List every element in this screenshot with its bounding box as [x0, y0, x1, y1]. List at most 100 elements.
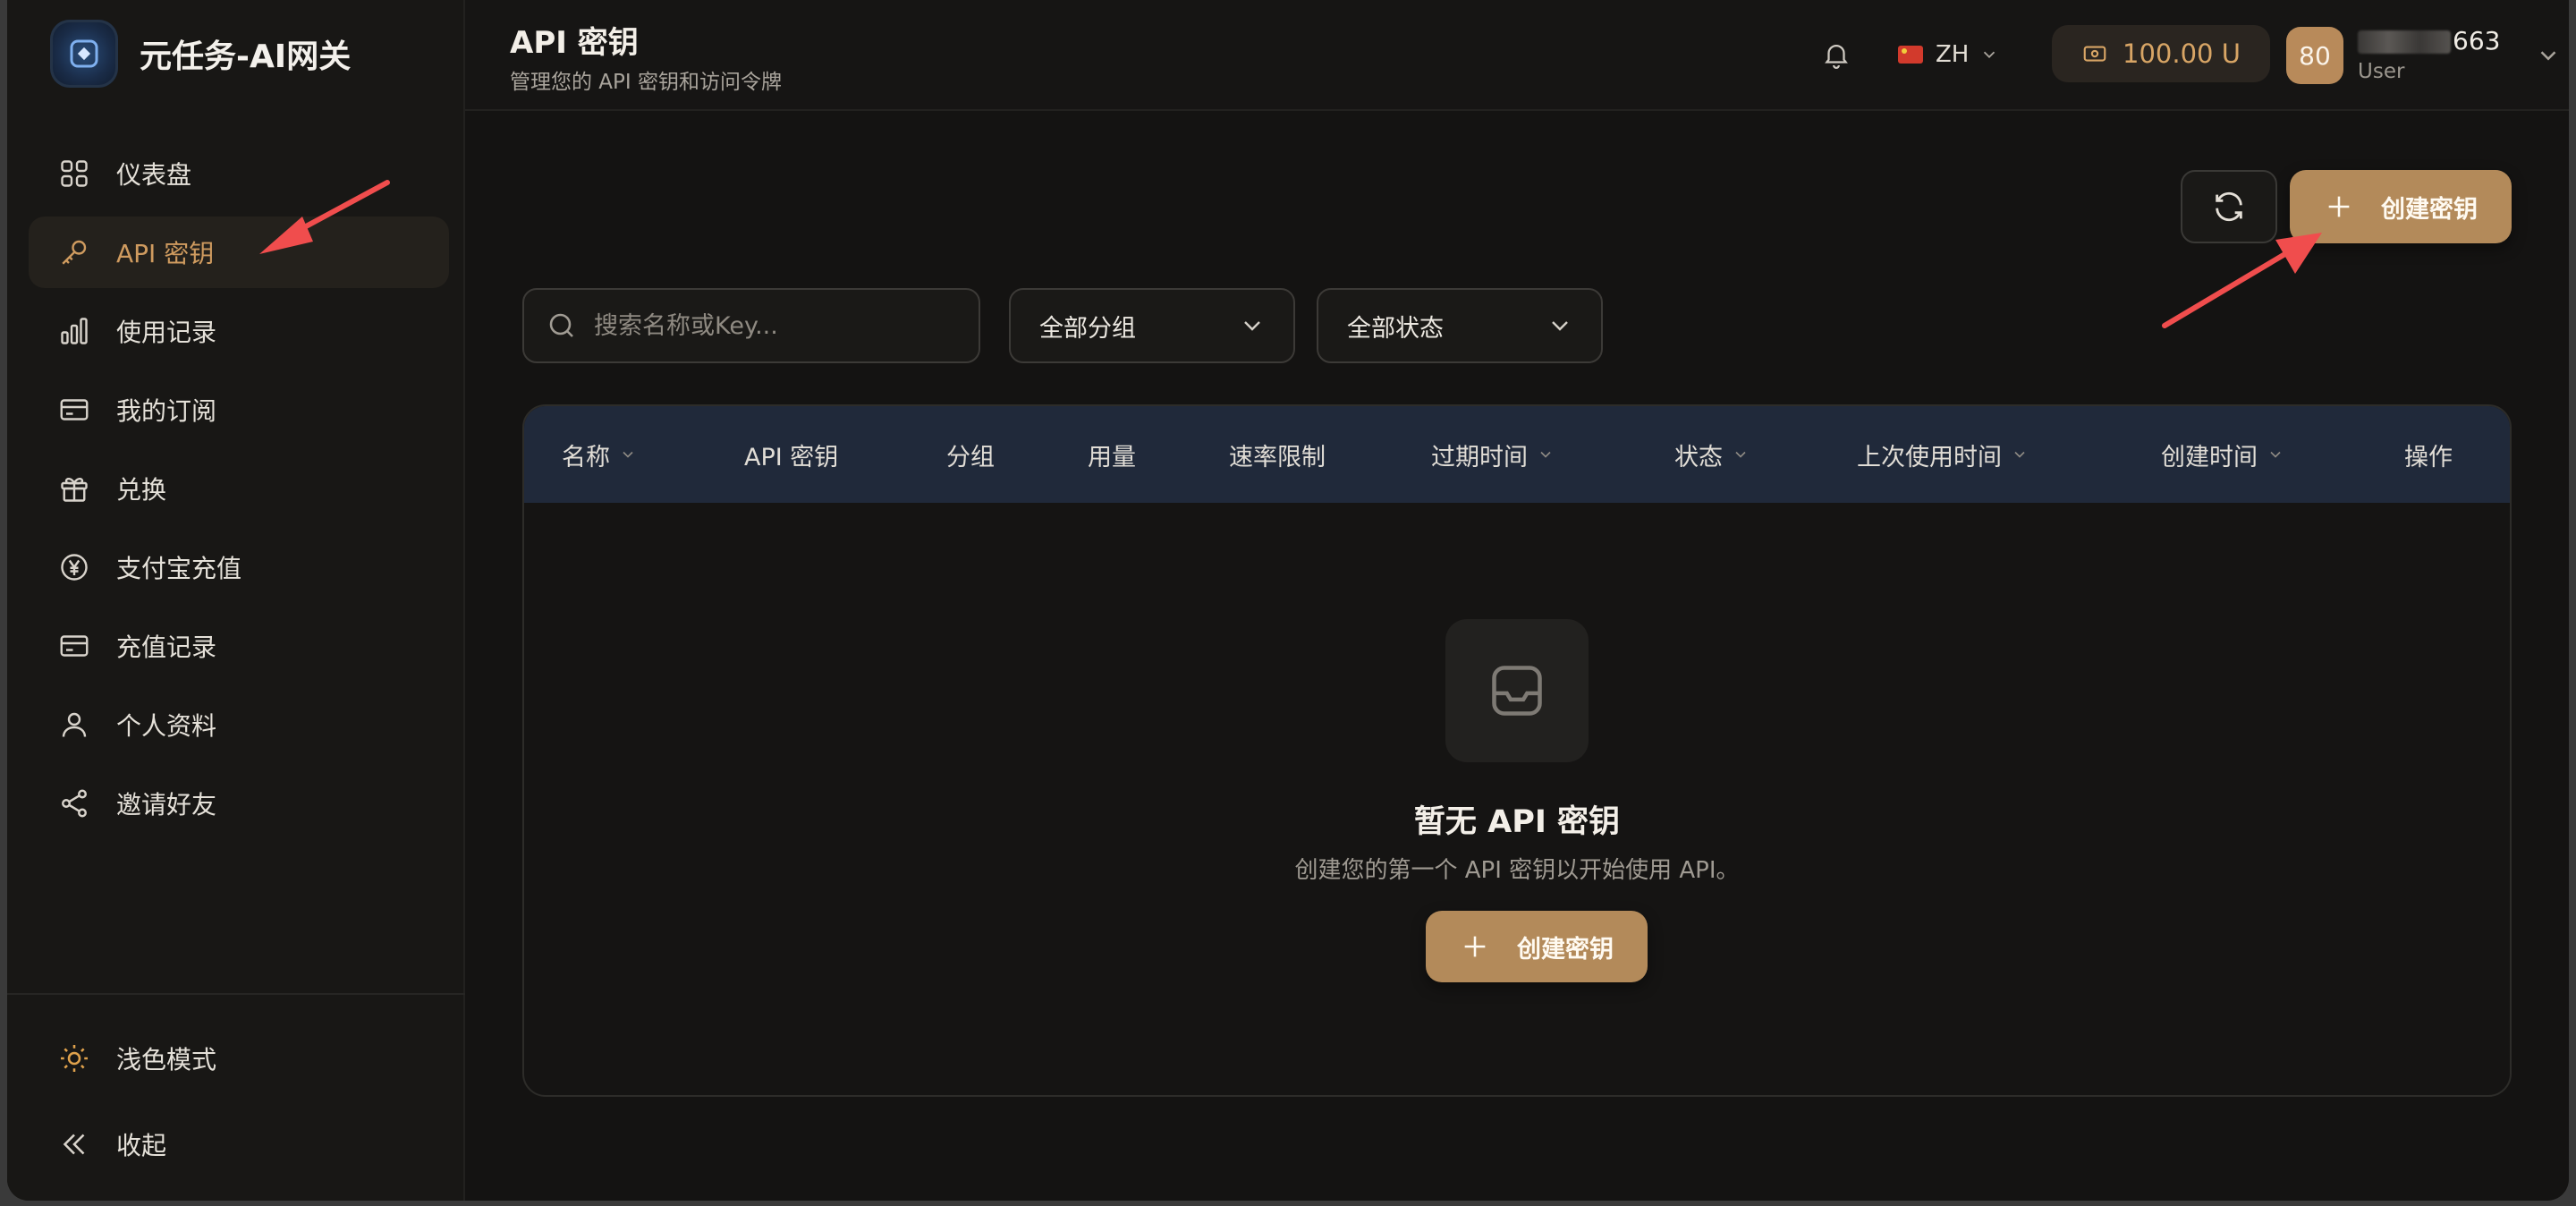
chevron-down-icon: [2540, 51, 2556, 61]
brand[interactable]: 元任务-AI网关: [50, 20, 351, 88]
user-menu[interactable]: 80 663 User: [2270, 21, 2562, 89]
card-icon: [57, 393, 91, 427]
empty-state-create-button[interactable]: 创建密钥: [1426, 911, 1648, 982]
plus-icon: [2328, 196, 2350, 217]
language-selector[interactable]: ZH: [1898, 32, 1999, 77]
sidebar-item-label: 邀请好友: [116, 790, 217, 820]
refresh-button[interactable]: [2181, 170, 2277, 243]
main-content: 创建密钥 全部分组 全部状态 名称 API 密钥: [465, 113, 2569, 1201]
column-header-usage: 用量: [1088, 406, 1136, 503]
empty-state-button-label: 创建密钥: [1517, 935, 1614, 964]
sidebar-item-profile[interactable]: 个人资料: [29, 689, 449, 760]
sidebar-item-alipay-topup[interactable]: 支付宝充值: [29, 531, 449, 603]
sidebar-item-redeem[interactable]: 兑换: [29, 453, 449, 524]
chevrons-left-icon: [57, 1127, 91, 1161]
column-label: 状态: [1674, 443, 1723, 471]
bar-chart-icon: [57, 314, 91, 348]
sidebar-item-api-keys[interactable]: API 密钥: [29, 217, 449, 288]
sidebar-nav: 仪表盘 API 密钥 使用记录 我的订阅 兑换 支付宝充值 充值记录 个人资料 …: [29, 138, 449, 846]
column-label: 创建时间: [2161, 443, 2258, 471]
sidebar-item-label: 使用记录: [116, 318, 217, 347]
sidebar-item-subscriptions[interactable]: 我的订阅: [29, 374, 449, 446]
sidebar-item-label: 仪表盘: [116, 160, 192, 190]
column-header-group: 分组: [946, 406, 995, 503]
sort-chevron-icon: [2014, 451, 2025, 458]
search-field[interactable]: [522, 288, 980, 363]
page-subtitle: 管理您的 API 密钥和访问令牌: [510, 71, 783, 94]
language-label: ZH: [1936, 41, 1970, 68]
app-window: 元任务-AI网关 仪表盘 API 密钥 使用记录 我的订阅 兑换 支付宝充值 充…: [7, 0, 2569, 1201]
page-title: API 密钥: [510, 25, 639, 61]
column-header-name[interactable]: 名称: [562, 406, 637, 503]
column-label: 速率限制: [1229, 443, 1326, 471]
sidebar-divider: [7, 993, 465, 995]
avatar: 80: [2286, 27, 2343, 84]
sidebar-item-invite[interactable]: 邀请好友: [29, 768, 449, 839]
sidebar-item-label: API 密钥: [116, 239, 215, 268]
notification-bell-icon[interactable]: [1816, 34, 1857, 75]
sort-chevron-icon: [2270, 451, 2281, 458]
key-icon: [57, 235, 91, 269]
column-label: 名称: [562, 443, 610, 471]
user-role: User: [2358, 60, 2405, 83]
group-filter-select[interactable]: 全部分组: [1009, 288, 1295, 363]
collapse-label: 收起: [116, 1131, 167, 1160]
balance-badge[interactable]: 100.00 U: [2052, 25, 2270, 82]
user-icon: [57, 708, 91, 742]
sidebar-item-label: 我的订阅: [116, 396, 217, 426]
chevron-down-icon: [1244, 321, 1260, 331]
sidebar-bottom: 浅色模式 收起: [29, 1020, 449, 1192]
top-header: API 密钥 管理您的 API 密钥和访问令牌 ZH 100.00 U 80 6…: [465, 0, 2569, 111]
sidebar-item-dashboard[interactable]: 仪表盘: [29, 138, 449, 209]
column-header-status[interactable]: 状态: [1674, 406, 1750, 503]
share-icon: [57, 786, 91, 820]
column-label: 分组: [946, 443, 995, 471]
brand-title: 元任务-AI网关: [140, 38, 352, 75]
yuan-icon: [57, 550, 91, 584]
column-label: 用量: [1088, 443, 1136, 471]
column-header-actions: 操作: [2404, 406, 2453, 503]
sidebar-item-topup-history[interactable]: 充值记录: [29, 610, 449, 682]
sidebar-item-label: 兑换: [116, 475, 167, 505]
api-keys-table: 名称 API 密钥 分组 用量 速率限制 过期时间 状态 上次使用时间 创建时间…: [522, 404, 2512, 1097]
dashboard-icon: [57, 157, 91, 191]
create-key-button[interactable]: 创建密钥: [2290, 170, 2512, 243]
empty-state: 暂无 API 密钥 创建您的第一个 API 密钥以开始使用 API。 创建密钥: [524, 503, 2510, 1095]
status-filter-select[interactable]: 全部状态: [1317, 288, 1603, 363]
chevron-down-icon: [1552, 321, 1568, 331]
table-header: 名称 API 密钥 分组 用量 速率限制 过期时间 状态 上次使用时间 创建时间…: [524, 406, 2510, 503]
column-label: API 密钥: [744, 443, 839, 471]
plus-icon: [1464, 936, 1486, 957]
refresh-icon: [2216, 191, 2242, 222]
status-filter-value: 全部状态: [1347, 314, 1444, 343]
sort-chevron-icon: [1540, 451, 1551, 458]
column-header-last-used[interactable]: 上次使用时间: [1857, 406, 2029, 503]
column-header-expires[interactable]: 过期时间: [1431, 406, 1555, 503]
create-key-label: 创建密钥: [2381, 195, 2478, 224]
balance-value: 100.00 U: [2123, 38, 2241, 69]
sidebar-item-usage[interactable]: 使用记录: [29, 295, 449, 367]
column-header-rate-limit: 速率限制: [1229, 406, 1326, 503]
sidebar-item-label: 充值记录: [116, 633, 217, 662]
empty-state-title: 暂无 API 密钥: [1413, 804, 1621, 840]
theme-toggle[interactable]: 浅色模式: [29, 1020, 449, 1097]
column-label: 过期时间: [1431, 443, 1528, 471]
column-header-created[interactable]: 创建时间: [2161, 406, 2284, 503]
search-input[interactable]: [594, 311, 970, 340]
inbox-icon: [1445, 619, 1589, 762]
sidebar-item-label: 支付宝充值: [116, 554, 242, 583]
sidebar: 元任务-AI网关 仪表盘 API 密钥 使用记录 我的订阅 兑换 支付宝充值 充…: [7, 0, 465, 1201]
theme-toggle-label: 浅色模式: [116, 1045, 217, 1074]
sidebar-item-label: 个人资料: [116, 711, 217, 741]
redacted-username: [2358, 30, 2451, 54]
chevron-down-icon: [1984, 51, 1996, 59]
card-icon: [57, 629, 91, 663]
brand-logo-icon: [50, 20, 118, 88]
sun-icon: [57, 1041, 91, 1075]
gift-icon: [57, 471, 91, 505]
group-filter-value: 全部分组: [1039, 314, 1136, 343]
sort-chevron-icon: [1735, 451, 1746, 458]
sort-chevron-icon: [623, 451, 633, 458]
username-suffix: 663: [2453, 26, 2501, 55]
collapse-button[interactable]: 收起: [29, 1106, 449, 1183]
